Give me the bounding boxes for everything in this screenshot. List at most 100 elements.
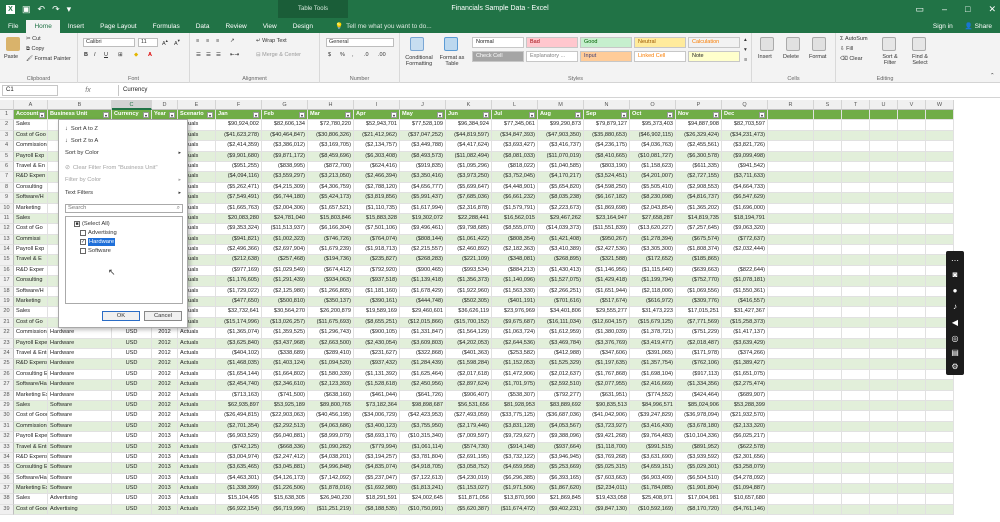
table-cell[interactable]: ($6,661,232) [492,193,538,204]
table-cell[interactable]: ($8,555,070) [492,224,538,235]
table-cell[interactable] [842,234,870,246]
table-cell[interactable] [898,213,926,225]
table-cell[interactable]: Actuals [178,328,216,339]
table-cell[interactable]: ($674,412) [308,265,354,277]
table-cell[interactable]: ($4,202,053) [446,338,492,349]
table-cell[interactable] [842,400,870,412]
table-cell[interactable] [814,411,842,422]
table-cell[interactable] [898,265,926,277]
table-cell[interactable] [926,120,954,131]
table-cell[interactable]: ($3,410,389) [538,245,584,256]
table-cell[interactable]: ($7,501,106) [354,224,400,235]
name-box[interactable]: C1 [2,85,58,96]
table-cell[interactable]: R&D Exper [14,265,48,277]
row-number[interactable]: 7 [0,172,14,183]
table-cell[interactable] [898,504,926,516]
table-cell[interactable] [814,255,842,266]
header-cell[interactable]: Apr ▾ [354,110,400,121]
table-cell[interactable]: ($914,148) [492,442,538,453]
table-cell[interactable]: ($171,978) [676,348,722,360]
table-cell[interactable]: ($2,247,412) [262,452,308,464]
table-cell[interactable] [814,328,842,339]
ribbon-display-icon[interactable]: ▭ [915,0,924,18]
filter-dropdown-icon[interactable]: ▾ [143,112,149,118]
table-cell[interactable]: ($2,727,155) [676,172,722,183]
table-cell[interactable]: 2013 [152,432,178,443]
table-cell[interactable]: ($951,255) [216,161,262,173]
table-cell[interactable]: USD [112,463,152,474]
table-cell[interactable] [926,494,954,505]
align-top-icon[interactable]: ≡ [196,38,199,44]
font-size-select[interactable]: 11 [138,38,158,47]
row-number[interactable]: 27 [0,380,14,391]
row-number[interactable]: 12 [0,224,14,235]
table-cell[interactable]: ($9,764,483) [630,432,676,443]
table-cell[interactable]: $24,781,040 [262,213,308,225]
format-as-table-icon[interactable] [444,37,458,51]
table-cell[interactable]: ($11,070,019) [538,151,584,162]
table-cell[interactable]: Travel & Entertainment Expense [14,442,48,453]
table-cell[interactable] [768,452,814,464]
table-cell[interactable]: ($35,880,653) [584,130,630,142]
table-cell[interactable]: ($752,770) [676,276,722,287]
table-cell[interactable] [870,411,898,422]
table-cell[interactable] [768,463,814,474]
row-number[interactable]: 34 [0,452,14,464]
number-format-select[interactable]: General [326,38,394,47]
table-cell[interactable]: ($1,291,439) [262,276,308,287]
table-cell[interactable] [814,473,842,485]
table-cell[interactable]: ($2,455,561) [676,141,722,152]
table-cell[interactable] [814,245,842,256]
table-cell[interactable]: ($5,237,047) [354,473,400,485]
table-cell[interactable]: USD [112,473,152,485]
table-cell[interactable] [898,276,926,287]
table-cell[interactable] [870,255,898,266]
table-cell[interactable]: Commissions Expense [14,328,48,339]
table-cell[interactable]: ($3,609,803) [400,338,446,349]
table-cell[interactable]: $81,928,953 [492,400,538,412]
row-number[interactable]: 4 [0,141,14,152]
table-cell[interactable]: ($4,463,301) [216,473,262,485]
table-cell[interactable] [768,338,814,349]
table-cell[interactable]: ($6,547,629) [722,193,768,204]
table-cell[interactable]: ($2,897,624) [446,380,492,391]
table-cell[interactable]: $22,288,441 [446,213,492,225]
table-cell[interactable]: $19,589,169 [354,307,400,318]
table-cell[interactable] [842,286,870,298]
table-cell[interactable]: ($7,685,036) [446,193,492,204]
table-cell[interactable] [870,442,898,453]
table-cell[interactable] [926,390,954,401]
table-cell[interactable]: ($2,077,955) [584,380,630,391]
text-filters-item[interactable]: Text Filters ▸ [65,189,183,198]
table-cell[interactable]: ($26,494,815) [216,411,262,422]
table-cell[interactable]: ($774,552) [630,390,676,401]
fill-button[interactable]: ⇩ Fill [840,46,853,52]
gallery-more-icon[interactable]: ≡ [744,57,747,63]
table-cell[interactable]: ($309,776) [676,297,722,308]
table-cell[interactable] [926,193,954,204]
table-cell[interactable]: ($713,163) [216,390,262,401]
table-cell[interactable]: ($1,078,181) [722,276,768,287]
table-cell[interactable] [814,120,842,131]
row-number[interactable]: 35 [0,463,14,474]
table-cell[interactable]: Marketing [14,297,48,308]
tab-insert[interactable]: Insert [60,20,92,33]
table-cell[interactable]: $18,194,791 [722,213,768,225]
table-cell[interactable] [898,224,926,235]
table-cell[interactable]: ($937,664) [538,442,584,453]
table-cell[interactable]: ($1,002,323) [262,234,308,246]
table-cell[interactable]: ($46,902,115) [630,130,676,142]
table-cell[interactable]: ($6,903,409) [630,473,676,485]
table-cell[interactable]: ($13,620,227) [630,224,676,235]
table-cell[interactable]: ($1,094,520) [308,359,354,370]
table-cell[interactable]: $98,898,687 [400,400,446,412]
table-cell[interactable] [842,484,870,495]
table-cell[interactable]: Sales [14,307,48,318]
table-cell[interactable]: $31,473,223 [630,307,676,318]
table-cell[interactable]: ($1,284,439) [400,359,446,370]
table-cell[interactable] [842,130,870,142]
table-cell[interactable]: $21,869,845 [538,494,584,505]
table-cell[interactable]: $89,800,765 [308,400,354,412]
table-cell[interactable]: ($3,631,690) [630,452,676,464]
table-cell[interactable]: 2013 [152,473,178,485]
